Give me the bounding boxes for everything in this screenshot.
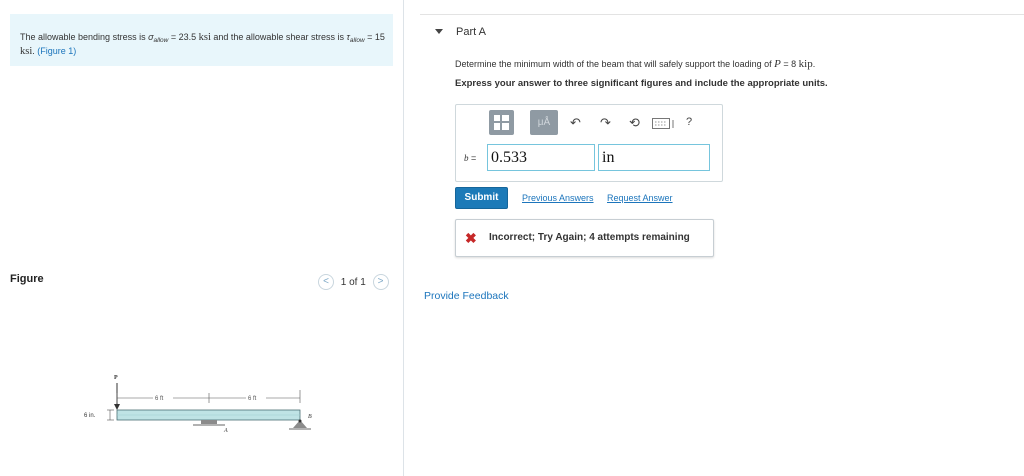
collapse-caret-icon — [435, 29, 443, 34]
feedback-text: Incorrect; Try Again; 4 attempts remaini… — [489, 232, 690, 243]
prev-figure-button[interactable]: < — [318, 274, 334, 290]
load-label: P — [114, 375, 118, 381]
provide-feedback-link[interactable]: Provide Feedback — [424, 290, 509, 302]
units-button[interactable]: μÅ — [530, 110, 558, 135]
height-label: 6 in. — [84, 413, 96, 419]
tau-equals: = 15 — [364, 32, 385, 42]
templates-icon — [494, 115, 509, 130]
sigma-equals: = 23.5 — [168, 32, 199, 42]
figure-heading: Figure — [10, 273, 44, 285]
answer-unit-input[interactable]: in — [598, 144, 710, 171]
submit-button[interactable]: Submit — [455, 187, 508, 209]
problem-text: The allowable bending stress is σallow =… — [20, 32, 390, 57]
dim-left-label: 6 ft — [155, 396, 164, 402]
question-end: . — [812, 59, 816, 69]
redo-icon[interactable]: ↷ — [600, 115, 611, 131]
undo-icon[interactable]: ↶ — [570, 115, 581, 131]
request-answer-link[interactable]: Request Answer — [607, 193, 673, 203]
question-part-2: = 8 — [780, 59, 799, 69]
beam-figure: P 6 ft 6 ft 6 in. A B — [84, 375, 312, 434]
intro-text-2: and the allowable shear stress is — [210, 32, 347, 42]
incorrect-icon: ✖ — [465, 230, 477, 246]
answer-value-input[interactable]: 0.533 — [487, 144, 595, 171]
problem-statement: The allowable bending stress is σallow =… — [10, 14, 393, 66]
answer-equals: = — [468, 153, 477, 163]
intro-period: . — [32, 46, 35, 56]
answer-area: μÅ ↶ ↷ ⟲ ? b = 0.533 in — [455, 104, 723, 182]
keyboard-icon[interactable] — [652, 118, 676, 130]
help-icon[interactable]: ? — [686, 116, 692, 128]
templates-button[interactable] — [489, 110, 514, 135]
figure-link[interactable]: (Figure 1) — [37, 46, 76, 56]
sigma-unit: ksi — [198, 32, 211, 43]
figure-pager: < 1 of 1 > — [318, 274, 389, 290]
part-title: Part A — [456, 26, 486, 38]
top-divider — [420, 14, 1024, 15]
intro-text-1: The allowable bending stress is — [20, 32, 149, 42]
question-text: Determine the minimum width of the beam … — [455, 58, 815, 70]
reset-icon[interactable]: ⟲ — [629, 115, 640, 131]
question-unit: kip — [798, 58, 813, 70]
answer-instructions: Express your answer to three significant… — [455, 78, 828, 89]
answer-variable-label: b = — [464, 153, 476, 163]
tau-subscript: allow — [349, 37, 365, 44]
pager-count: 1 of 1 — [340, 276, 366, 288]
question-var: P — [774, 58, 781, 70]
support-a — [201, 420, 217, 424]
next-figure-button[interactable]: > — [372, 274, 389, 290]
tau-unit: ksi — [20, 46, 33, 57]
sigma-subscript: allow — [153, 37, 169, 44]
previous-answers-link[interactable]: Previous Answers — [522, 193, 594, 203]
support-b-label: B — [308, 414, 312, 420]
feedback-message: ✖ Incorrect; Try Again; 4 attempts remai… — [455, 219, 714, 257]
left-panel: The allowable bending stress is σallow =… — [0, 0, 404, 476]
load-arrowhead — [114, 404, 120, 410]
dim-right-label: 6 ft — [248, 396, 257, 402]
question-part-1: Determine the minimum width of the beam … — [455, 59, 775, 69]
support-a-label: A — [223, 428, 228, 434]
part-a-toggle[interactable]: Part A — [435, 26, 486, 38]
